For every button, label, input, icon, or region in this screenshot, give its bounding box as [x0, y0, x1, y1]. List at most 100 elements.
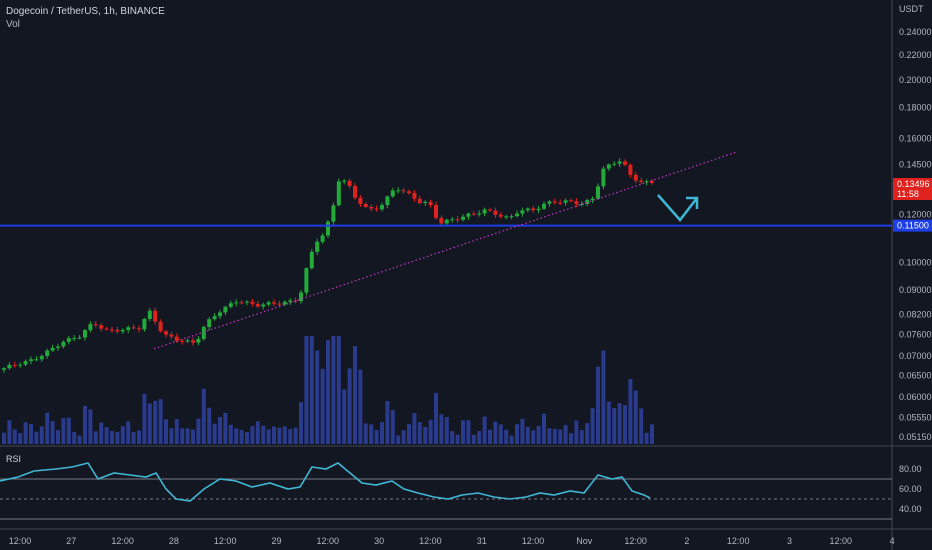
price-tick-label: 0.20000: [899, 75, 932, 85]
volume-bar: [201, 388, 206, 444]
candle-body: [471, 213, 476, 215]
candle-body: [18, 364, 23, 366]
candle-body: [347, 180, 352, 186]
candle-body: [72, 338, 77, 340]
volume-bar: [498, 424, 503, 444]
volume-bar: [158, 399, 163, 444]
volume-bar: [509, 435, 514, 444]
candle-body: [396, 190, 401, 192]
price-tick-label: 0.06500: [899, 371, 932, 381]
volume-bar: [29, 424, 33, 444]
volume-bar: [282, 426, 287, 444]
time-tick-label: 29: [271, 536, 281, 546]
volume-bar: [493, 421, 498, 444]
volume-bar: [7, 420, 12, 444]
price-chart[interactable]: 0.24000 0.22000 0.20000 0.18000 0.16000 0.145…: [0, 0, 932, 550]
candle-body: [444, 219, 449, 224]
candle-body: [164, 331, 168, 335]
volume-bar: [336, 336, 341, 444]
rsi-label: RSI: [6, 454, 21, 464]
volume-bar: [147, 403, 152, 444]
candle-body: [358, 197, 363, 204]
candle-body: [207, 319, 212, 328]
candle-body: [218, 312, 222, 317]
candle-body: [525, 208, 530, 211]
volume-bar: [439, 414, 444, 444]
volume-bar: [585, 423, 590, 444]
volume-bar: [434, 392, 438, 444]
candle-body: [185, 340, 190, 342]
candle-body: [482, 209, 487, 214]
volume-bar: [606, 401, 611, 444]
candle-body: [574, 201, 579, 205]
volume-bar: [77, 435, 82, 444]
volume-bar: [390, 409, 395, 444]
candle-body: [77, 337, 82, 339]
candle-body: [450, 219, 455, 221]
candle-body: [385, 196, 390, 206]
candle-body: [374, 208, 379, 210]
volume-bar: [234, 428, 239, 444]
candle-body: [315, 241, 320, 252]
candle-body: [342, 180, 347, 182]
volume-bar: [461, 420, 465, 444]
time-tick-label: 4: [890, 536, 895, 546]
volume-bar: [374, 430, 379, 444]
volume-bar: [169, 428, 174, 444]
candle-body: [39, 355, 44, 360]
candle-body: [228, 303, 233, 307]
candle-body: [99, 325, 104, 329]
candle-body: [115, 329, 120, 332]
volume-bar: [83, 405, 87, 444]
candle-body: [158, 321, 163, 332]
volume-bar: [304, 336, 309, 444]
volume-bar: [218, 416, 222, 444]
volume-bar: [18, 433, 23, 444]
volume-bar: [115, 431, 120, 444]
candle-body: [272, 302, 276, 304]
trendline: [153, 151, 737, 350]
volume-bar: [482, 416, 487, 444]
candle-body: [131, 327, 136, 329]
candle-body: [363, 203, 368, 207]
candle-body: [569, 200, 573, 202]
candle-body: [196, 338, 201, 343]
volume-bar: [423, 426, 428, 444]
support-price-label: 0.11500: [897, 221, 929, 231]
current-price-label: 0.13496: [897, 179, 930, 189]
volume-bar: [401, 430, 406, 444]
volume-bar: [66, 417, 71, 444]
candle-body: [331, 205, 336, 222]
candle-body: [191, 340, 195, 343]
candle-body: [104, 328, 109, 330]
candle-body: [120, 329, 125, 332]
volume-bar: [88, 409, 93, 444]
time-tick-label: 28: [169, 536, 179, 546]
candle-body: [558, 202, 563, 204]
candle-body: [147, 310, 152, 319]
volume-bar: [34, 431, 39, 444]
volume-bar: [569, 433, 573, 444]
volume-bar: [142, 393, 147, 444]
candle-body: [477, 213, 482, 215]
volume-bar: [50, 421, 55, 444]
volume-bar: [250, 426, 255, 444]
candle-body: [61, 341, 66, 347]
rsi-tick-label: 40.00: [899, 504, 922, 514]
candle-body: [455, 219, 460, 221]
time-tick-label: 12:00: [9, 536, 32, 546]
candle-body: [601, 168, 606, 187]
time-tick-label: 12:00: [317, 536, 340, 546]
candle-body: [234, 302, 239, 304]
volume-bar: [261, 425, 266, 444]
time-tick-label: 30: [374, 536, 384, 546]
candle-body: [509, 216, 514, 218]
volume-bar: [180, 428, 185, 444]
time-tick-label: 12:00: [624, 536, 647, 546]
volume-bar: [558, 429, 563, 444]
volume-bar: [185, 428, 190, 444]
time-tick-label: 12:00: [214, 536, 237, 546]
price-tick-label: 0.09000: [899, 285, 932, 295]
volume-bar: [126, 421, 131, 444]
volume-bar: [326, 339, 330, 444]
